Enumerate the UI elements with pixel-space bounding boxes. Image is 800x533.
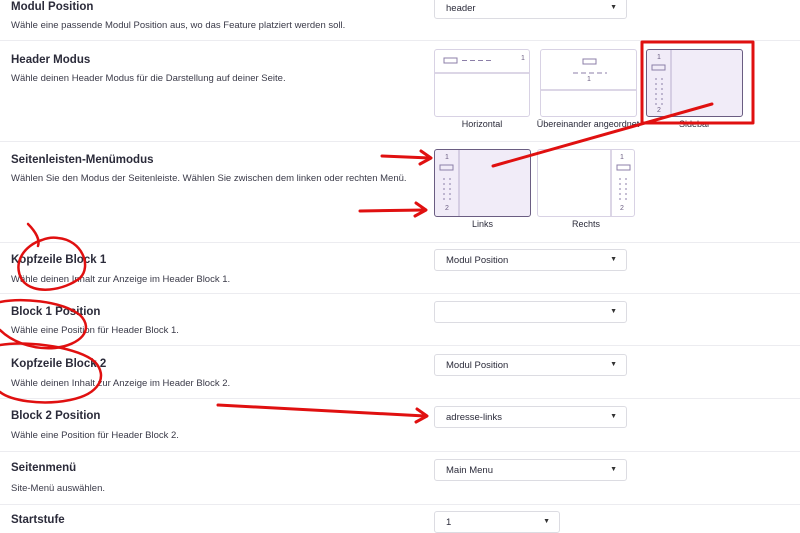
chevron-down-icon: ▼ — [610, 256, 617, 263]
select-value: Modul Position — [446, 360, 509, 371]
caption-links: Links — [471, 219, 493, 229]
chevron-down-icon: ▼ — [543, 518, 550, 525]
select-block-1-position[interactable]: ▼ — [434, 301, 627, 323]
links-num-1: 1 — [445, 154, 449, 161]
row-seitenleisten: Seitenleisten-Menümodus Wählen Sie den M… — [0, 142, 800, 243]
sidebar-num-2: 2 — [657, 107, 661, 114]
row-modul-position: Modul Position Wähle eine passende Modul… — [0, 0, 800, 41]
stacked-num: 1 — [587, 76, 591, 83]
label-seitenmenu: Seitenmenü — [11, 462, 77, 474]
label-block-2-position: Block 2 Position — [11, 410, 101, 422]
label-kopfzeile-block-2: Kopfzeile Block 2 — [11, 358, 107, 370]
stacked-layout-icon — [541, 58, 636, 91]
desc-kopfzeile-block-1: Wähle deinen Inhalt zur Anzeige im Heade… — [11, 274, 231, 285]
header-mode-stacked[interactable]: 1 — [540, 49, 637, 117]
select-modul-position[interactable]: header ▼ — [434, 0, 627, 19]
desc-block-2-position: Wähle eine Position für Header Block 2. — [11, 430, 179, 441]
label-header-modus: Header Modus — [11, 54, 91, 66]
select-seitenmenu[interactable]: Main Menu ▼ — [434, 459, 627, 481]
sidebar-mode-rechts[interactable]: 1 2 — [537, 149, 635, 217]
row-startstufe: Startstufe 1 ▼ — [0, 505, 800, 533]
desc-block-1-position: Wähle eine Position für Header Block 1. — [11, 325, 179, 336]
desc-header-modus: Wähle deinen Header Modus für die Darste… — [11, 73, 286, 84]
sidebar-layout-icon — [651, 50, 672, 116]
horizontal-num: 1 — [521, 55, 525, 62]
select-value: adresse-links — [446, 412, 502, 423]
row-kopfzeile-block-2: Kopfzeile Block 2 Wähle deinen Inhalt zu… — [0, 346, 800, 399]
label-seitenleisten: Seitenleisten-Menümodus — [11, 154, 154, 166]
chevron-down-icon: ▼ — [610, 4, 617, 11]
chevron-down-icon: ▼ — [610, 466, 617, 473]
select-value: 1 — [446, 517, 452, 528]
header-mode-horizontal[interactable]: 1 — [434, 49, 530, 117]
desc-seitenleisten: Wählen Sie den Modus der Seitenleiste. W… — [11, 173, 407, 184]
row-header-modus: Header Modus Wähle deinen Header Modus f… — [0, 41, 800, 142]
rechts-num-2: 2 — [620, 205, 624, 212]
label-modul-position: Modul Position — [11, 1, 94, 13]
desc-modul-position: Wähle eine passende Modul Position aus, … — [11, 20, 346, 31]
caption-sidebar: Sidebar — [678, 119, 711, 129]
select-value: header — [446, 3, 476, 14]
select-value: Main Menu — [446, 465, 493, 476]
select-startstufe[interactable]: 1 ▼ — [434, 511, 560, 533]
caption-rechts: Rechts — [571, 219, 600, 229]
rechts-num-1: 1 — [620, 154, 624, 161]
row-block-1-position: Block 1 Position Wähle eine Position für… — [0, 294, 800, 346]
caption-stacked: Übereinander angeordnet — [536, 119, 640, 129]
chevron-down-icon: ▼ — [610, 361, 617, 368]
horizontal-layout-icon — [435, 57, 529, 74]
row-kopfzeile-block-1: Kopfzeile Block 1 Wähle deinen Inhalt zu… — [0, 243, 800, 294]
select-block-2-position[interactable]: adresse-links ▼ — [434, 406, 627, 428]
label-block-1-position: Block 1 Position — [11, 306, 101, 318]
desc-kopfzeile-block-2: Wähle deinen Inhalt zur Anzeige im Heade… — [11, 378, 231, 389]
select-kopfzeile-block-1[interactable]: Modul Position ▼ — [434, 249, 627, 271]
row-seitenmenu: Seitenmenü Site-Menü auswählen. Main Men… — [0, 452, 800, 505]
sidebar-mode-links[interactable]: 1 2 — [434, 149, 531, 217]
select-kopfzeile-block-2[interactable]: Modul Position ▼ — [434, 354, 627, 376]
row-block-2-position: Block 2 Position Wähle eine Position für… — [0, 399, 800, 452]
sidebar-num-1: 1 — [657, 54, 661, 61]
label-startstufe: Startstufe — [11, 514, 65, 526]
desc-seitenmenu: Site-Menü auswählen. — [11, 483, 105, 494]
left-menu-icon — [439, 150, 460, 216]
links-num-2: 2 — [445, 205, 449, 212]
caption-horizontal: Horizontal — [461, 119, 503, 129]
chevron-down-icon: ▼ — [610, 413, 617, 420]
label-kopfzeile-block-1: Kopfzeile Block 1 — [11, 254, 107, 266]
chevron-down-icon: ▼ — [610, 308, 617, 315]
select-value: Modul Position — [446, 255, 509, 266]
header-mode-sidebar[interactable]: 1 2 — [646, 49, 743, 117]
